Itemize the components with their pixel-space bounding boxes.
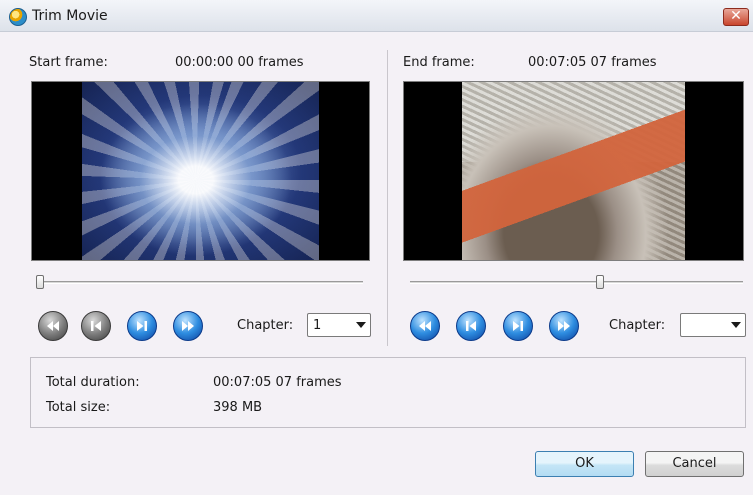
- end-frame-preview: [403, 81, 744, 261]
- end-previous-chapter-button[interactable]: [410, 311, 440, 341]
- title-bar: Trim Movie ✕: [0, 0, 753, 32]
- step-back-icon: [91, 321, 101, 331]
- window-title: Trim Movie: [32, 8, 108, 24]
- skip-back-icon: [47, 321, 59, 331]
- end-frame-time: 00:07:05 07 frames: [528, 55, 657, 70]
- end-previous-frame-button[interactable]: [456, 311, 486, 341]
- start-frame-image: [82, 82, 319, 260]
- total-size-label: Total size:: [46, 400, 111, 415]
- total-size-value: 398 MB: [213, 400, 263, 415]
- end-chapter-select[interactable]: [680, 313, 746, 337]
- step-forward-icon: [137, 321, 147, 331]
- app-icon: [9, 8, 27, 26]
- end-chapter-label: Chapter:: [609, 318, 666, 333]
- end-frame-slider-track[interactable]: [410, 281, 743, 284]
- skip-forward-icon: [558, 321, 570, 331]
- start-previous-chapter-button[interactable]: [38, 311, 68, 341]
- summary-box: Total duration: 00:07:05 07 frames Total…: [30, 357, 746, 428]
- skip-forward-icon: [182, 321, 194, 331]
- end-next-frame-button[interactable]: [503, 311, 533, 341]
- step-back-icon: [466, 321, 476, 331]
- start-chapter-value: 1: [313, 318, 322, 333]
- start-frame-time: 00:00:00 00 frames: [175, 55, 304, 70]
- start-previous-frame-button[interactable]: [81, 311, 111, 341]
- start-chapter-label: Chapter:: [237, 318, 294, 333]
- ok-button[interactable]: OK: [535, 451, 634, 477]
- total-duration-label: Total duration:: [46, 375, 140, 390]
- start-frame-label: Start frame:: [29, 55, 108, 70]
- skip-back-icon: [419, 321, 431, 331]
- close-button[interactable]: ✕: [723, 8, 749, 26]
- chevron-down-icon: [731, 322, 741, 328]
- start-frame-slider-thumb[interactable]: [36, 275, 44, 289]
- end-frame-label: End frame:: [403, 55, 475, 70]
- start-frame-preview: [31, 81, 370, 261]
- start-chapter-select[interactable]: 1: [307, 313, 371, 337]
- chevron-down-icon: [356, 322, 366, 328]
- end-next-chapter-button[interactable]: [549, 311, 579, 341]
- panel-divider: [387, 50, 388, 346]
- cancel-button[interactable]: Cancel: [645, 451, 744, 477]
- end-frame-slider-thumb[interactable]: [595, 275, 604, 289]
- step-forward-icon: [513, 321, 523, 331]
- start-next-frame-button[interactable]: [127, 311, 157, 341]
- start-next-chapter-button[interactable]: [173, 311, 203, 341]
- total-duration-value: 00:07:05 07 frames: [213, 375, 342, 390]
- end-frame-image: [462, 82, 685, 260]
- start-frame-slider-track[interactable]: [36, 281, 363, 284]
